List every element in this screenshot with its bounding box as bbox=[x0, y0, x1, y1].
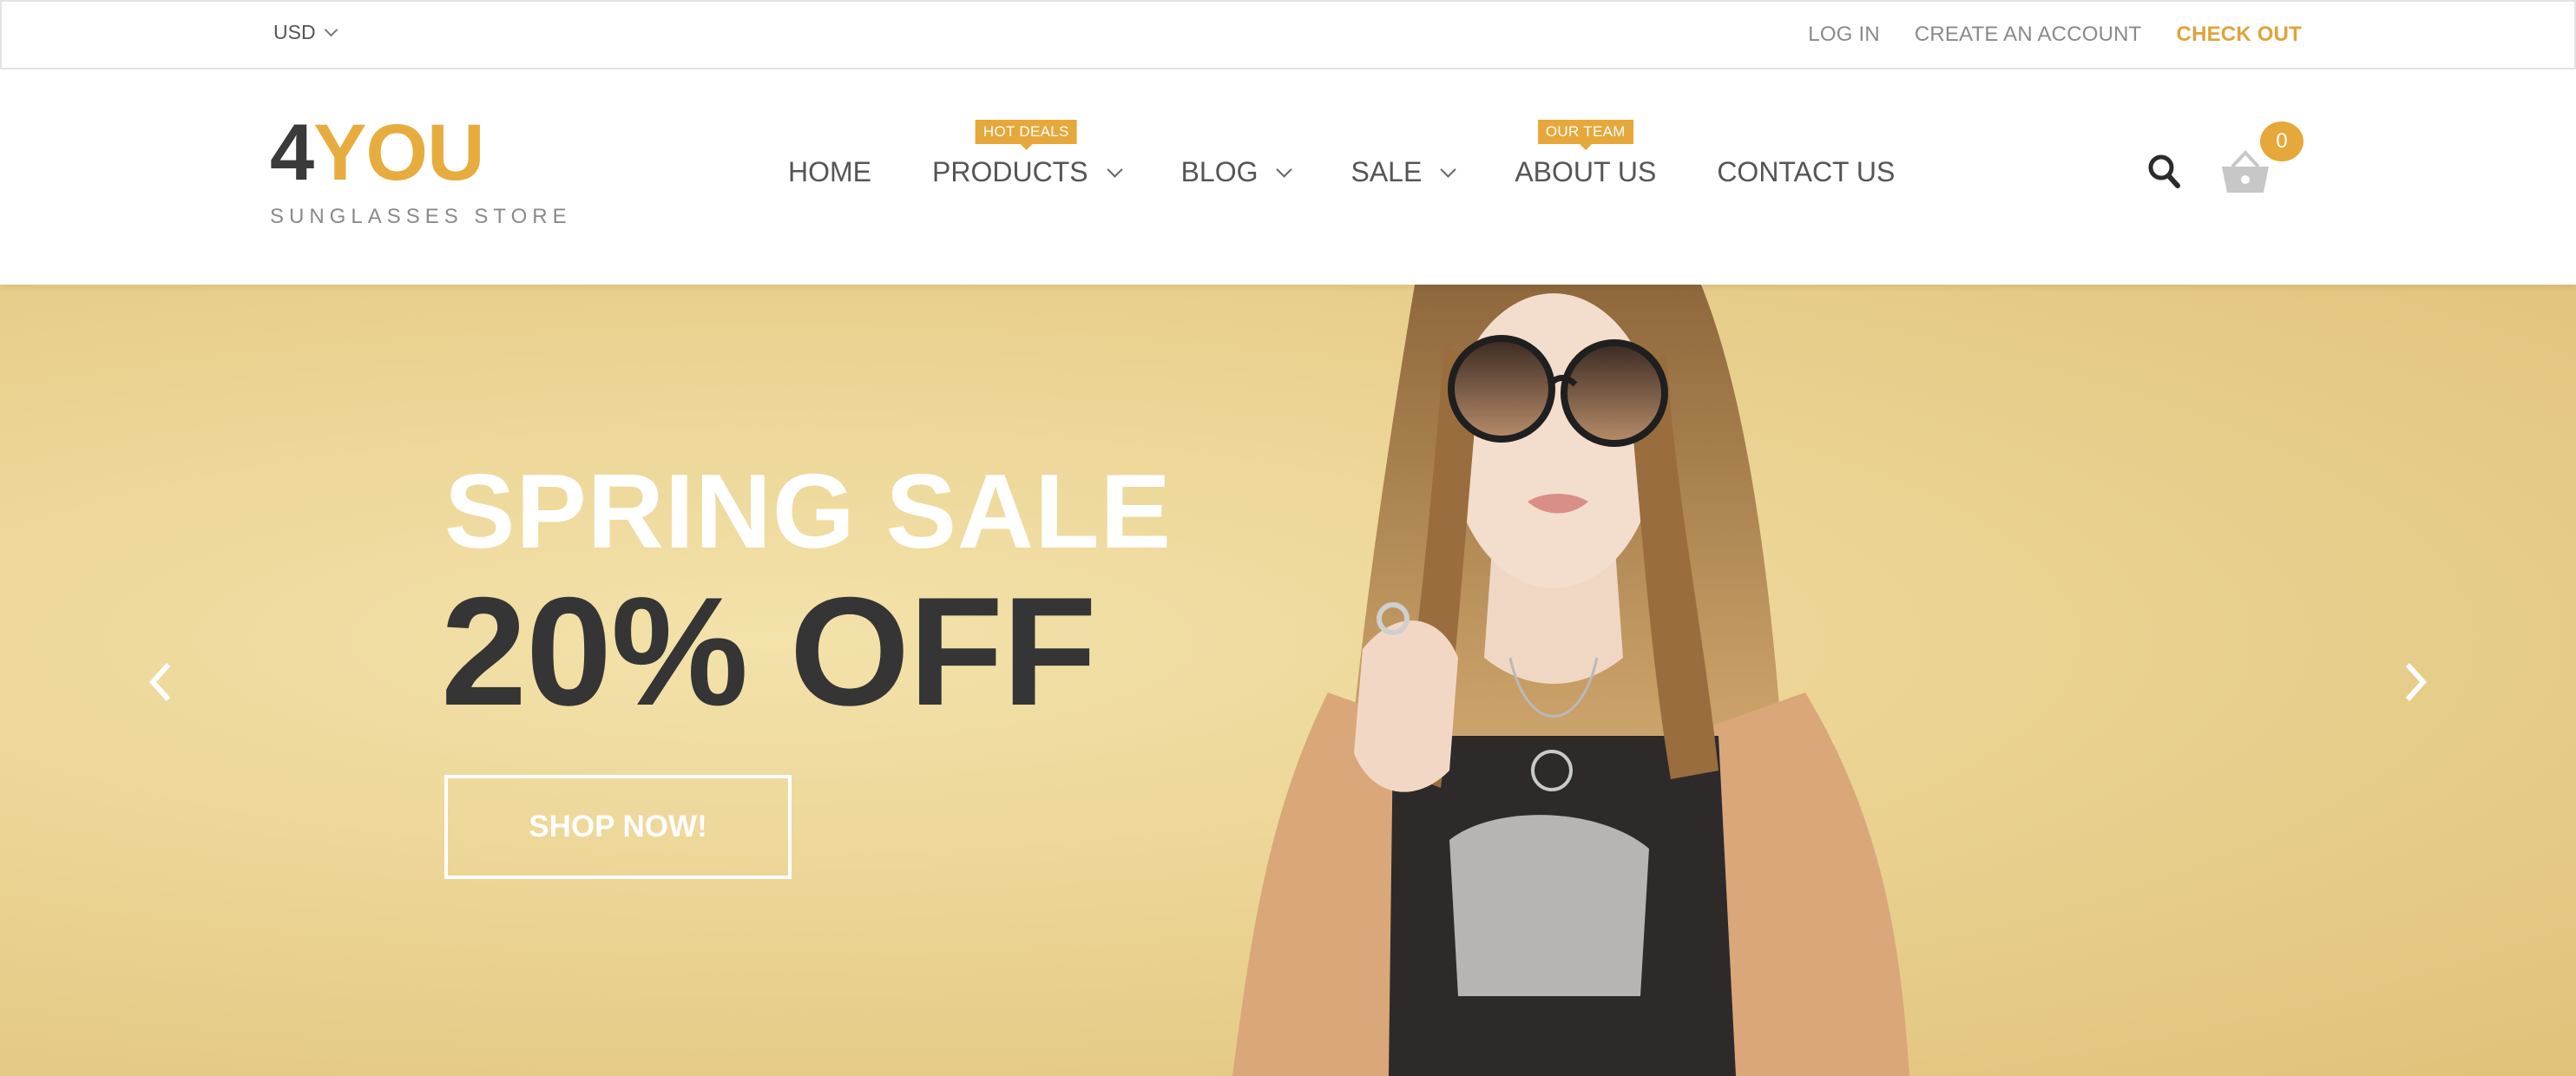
nav-item-blog[interactable]: BLOG bbox=[1180, 156, 1293, 188]
logo-number: 4 bbox=[270, 108, 314, 197]
slider-next-button[interactable] bbox=[2397, 658, 2435, 706]
search-icon bbox=[2148, 154, 2180, 188]
nav-label-about: ABOUT US bbox=[1515, 156, 1657, 187]
chevron-right-icon bbox=[2405, 662, 2428, 702]
main-nav: HOME HOT DEALS PRODUCTS BLOG SALE OUR TE… bbox=[788, 120, 1895, 188]
hero-model-image bbox=[1232, 285, 1909, 1076]
nav-item-products[interactable]: HOT DEALS PRODUCTS bbox=[932, 120, 1123, 188]
hero-slider: SPRING SALE 20% OFF SHOP NOW! bbox=[0, 285, 2576, 1076]
nav-item-contact[interactable]: CONTACT US bbox=[1717, 156, 1895, 188]
basket-icon bbox=[2222, 150, 2269, 193]
checkout-link[interactable]: CHECK OUT bbox=[2177, 23, 2302, 47]
slider-prev-button[interactable] bbox=[141, 658, 179, 706]
site-header: 4YOU SUNGLASSES STORE HOME HOT DEALS PRO… bbox=[0, 69, 2576, 285]
hero-discount: 20% OFF bbox=[441, 565, 1097, 738]
logo-word: YOU bbox=[313, 108, 484, 197]
nav-label-home: HOME bbox=[788, 156, 871, 187]
currency-label: USD bbox=[273, 21, 316, 43]
top-bar: USD LOG IN CREATE AN ACCOUNT CHECK OUT bbox=[0, 0, 2576, 69]
hot-deals-badge: HOT DEALS bbox=[975, 120, 1077, 144]
nav-label-blog: BLOG bbox=[1180, 156, 1258, 187]
chevron-down-icon bbox=[1106, 161, 1123, 178]
chevron-left-icon bbox=[148, 662, 171, 702]
search-button[interactable] bbox=[2147, 153, 2182, 191]
nav-label-products: PRODUCTS bbox=[932, 156, 1088, 187]
chevron-down-icon bbox=[324, 23, 338, 37]
currency-selector[interactable]: USD bbox=[273, 21, 338, 44]
cart-button[interactable] bbox=[2220, 148, 2270, 196]
logo-wordmark: 4YOU bbox=[270, 113, 572, 193]
chevron-down-icon bbox=[1276, 161, 1293, 178]
logo[interactable]: 4YOU SUNGLASSES STORE bbox=[270, 113, 572, 229]
login-link[interactable]: LOG IN bbox=[1808, 23, 1880, 47]
nav-label-sale: SALE bbox=[1350, 156, 1423, 187]
cart-count-badge: 0 bbox=[2260, 121, 2303, 161]
our-team-badge: OUR TEAM bbox=[1537, 120, 1633, 144]
create-account-link[interactable]: CREATE AN ACCOUNT bbox=[1915, 23, 2142, 47]
logo-tagline: SUNGLASSES STORE bbox=[270, 205, 572, 228]
account-links: LOG IN CREATE AN ACCOUNT CHECK OUT bbox=[1808, 23, 2302, 47]
chevron-down-icon bbox=[1440, 161, 1457, 178]
shop-now-button[interactable]: SHOP NOW! bbox=[444, 775, 792, 879]
hero-title: SPRING SALE bbox=[444, 452, 1173, 570]
nav-label-contact: CONTACT US bbox=[1717, 156, 1896, 187]
nav-item-sale[interactable]: SALE bbox=[1350, 156, 1457, 188]
nav-item-about[interactable]: OUR TEAM ABOUT US bbox=[1515, 120, 1657, 188]
nav-item-home[interactable]: HOME bbox=[788, 156, 871, 188]
